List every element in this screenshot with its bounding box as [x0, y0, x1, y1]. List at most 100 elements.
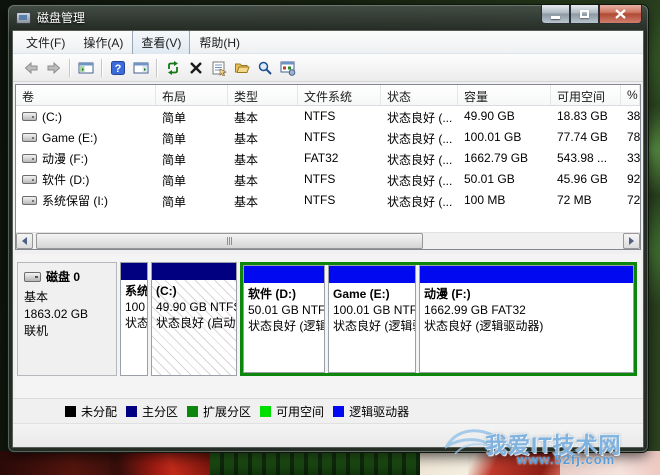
properties-icon[interactable] — [207, 57, 230, 79]
cell-volume: 动漫 (F:) — [42, 152, 88, 166]
open-folder-icon[interactable] — [230, 57, 253, 79]
legend-label: 未分配 — [81, 404, 118, 419]
minimize-button[interactable] — [541, 5, 570, 24]
partition-info: 50.01 GB NTFS — [248, 303, 324, 317]
partition-name: 系统保留 — [125, 284, 147, 298]
col-volume[interactable]: 卷 — [16, 85, 156, 105]
cell-status: 状态良好 (... — [387, 195, 453, 209]
cell-pct: 38 — [627, 109, 640, 123]
legend-logical-drive: 逻辑驱动器 — [333, 403, 409, 420]
cell-pct: 33 — [627, 151, 640, 165]
cell-fs: FAT32 — [304, 151, 339, 165]
col-free-space[interactable]: 可用空间 — [551, 85, 621, 105]
cell-volume: Game (E:) — [42, 130, 98, 145]
partition-d[interactable]: 软件 (D:) 50.01 GB NTFS 状态良好 (逻辑驱 — [243, 265, 325, 373]
cell-layout: 简单 — [162, 132, 187, 146]
action-pane-icon[interactable] — [129, 57, 152, 79]
wallpaper-dark-red — [0, 451, 120, 475]
primary-partition-bar — [121, 263, 147, 280]
partition-e[interactable]: Game (E:) 100.01 GB NTFS 状态良好 (逻辑驱: — [328, 265, 416, 373]
close-button[interactable] — [599, 5, 642, 24]
partition-name: 动漫 (F:) — [424, 287, 471, 301]
partition-c[interactable]: (C:) 49.90 GB NTFS 状态良好 (启动, — [151, 262, 237, 376]
scroll-right-icon[interactable] — [623, 233, 640, 249]
scroll-left-icon[interactable] — [16, 233, 33, 249]
back-icon[interactable] — [19, 57, 42, 79]
manage-window-icon[interactable] — [276, 57, 299, 79]
cell-volume: (C:) — [42, 109, 62, 124]
partition-name: (C:) — [156, 284, 177, 298]
minimize-icon — [551, 15, 560, 19]
cell-free: 77.74 GB — [557, 130, 608, 144]
cell-pct: 78 — [627, 130, 640, 144]
cell-type: 基本 — [234, 174, 259, 188]
disk-type: 基本 — [24, 290, 49, 304]
partition-status: 状态良好 — [125, 316, 147, 330]
help-icon[interactable]: ? — [106, 57, 129, 79]
drive-icon — [22, 175, 37, 184]
legend-swatch-primary — [126, 405, 138, 417]
partition-blocks: 系统保留 100 MB N 状态良好 (C:) 49.90 GB NTFS 状态… — [120, 262, 637, 376]
col-type[interactable]: 类型 — [228, 85, 298, 105]
cell-status: 状态良好 (... — [387, 174, 453, 188]
refresh-icon[interactable] — [161, 57, 184, 79]
col-status[interactable]: 状态 — [381, 85, 458, 105]
legend-bar: 未分配 主分区 扩展分区 可用空间 逻辑驱动器 — [13, 398, 643, 423]
legend-swatch-unallocated — [65, 405, 76, 417]
disk-0-row: 磁盘 0 基本 1863.02 GB 联机 系统保留 100 MB N 状态良好 — [17, 262, 637, 376]
scrollbar-thumb[interactable] — [36, 233, 423, 249]
cell-fs: NTFS — [304, 130, 336, 144]
partition-system-reserved[interactable]: 系统保留 100 MB N 状态良好 — [120, 262, 148, 376]
cell-capacity: 1662.79 GB — [464, 151, 529, 165]
cell-free: 45.96 GB — [557, 172, 608, 186]
table-row[interactable]: 系统保留 (I:) 简单 基本 NTFS 状态良好 (... 100 MB 72… — [16, 190, 640, 211]
cell-type: 基本 — [234, 195, 259, 209]
restore-button[interactable] — [570, 5, 599, 24]
disk-status: 联机 — [24, 324, 49, 338]
col-capacity[interactable]: 容量 — [458, 85, 551, 105]
legend-swatch-extended — [187, 405, 199, 417]
partition-f[interactable]: 动漫 (F:) 1662.99 GB FAT32 状态良好 (逻辑驱动器) — [419, 265, 634, 373]
delete-icon[interactable] — [184, 57, 207, 79]
volume-list: 卷 布局 类型 文件系统 状态 容量 可用空间 % (C:) 简单 基本 NTF… — [15, 84, 641, 250]
col-layout[interactable]: 布局 — [156, 85, 228, 105]
col-filesystem[interactable]: 文件系统 — [298, 85, 381, 105]
disk-graphical-view: 磁盘 0 基本 1863.02 GB 联机 系统保留 100 MB N 状态良好 — [15, 254, 641, 398]
menu-help[interactable]: 帮助(H) — [190, 31, 249, 55]
console-tree-icon[interactable] — [74, 57, 97, 79]
disk-0-label[interactable]: 磁盘 0 基本 1863.02 GB 联机 — [17, 262, 117, 376]
cell-type: 基本 — [234, 153, 259, 167]
find-icon[interactable] — [253, 57, 276, 79]
cell-layout: 简单 — [162, 195, 187, 209]
cell-status: 状态良好 (... — [387, 132, 453, 146]
wallpaper-red-streak — [110, 451, 220, 475]
partition-status: 状态良好 (逻辑驱 — [248, 319, 324, 333]
table-row[interactable]: (C:) 简单 基本 NTFS 状态良好 (... 49.90 GB 18.83… — [16, 106, 640, 127]
app-icon — [16, 11, 31, 24]
partition-info: 1662.99 GB FAT32 — [424, 303, 526, 317]
table-row[interactable]: 软件 (D:) 简单 基本 NTFS 状态良好 (... 50.01 GB 45… — [16, 169, 640, 190]
cell-volume: 系统保留 (I:) — [42, 194, 108, 208]
window-title: 磁盘管理 — [37, 11, 86, 25]
partition-name: Game (E:) — [333, 287, 390, 301]
drive-icon — [22, 112, 37, 121]
wallpaper-red-shape — [468, 451, 568, 475]
disk-size: 1863.02 GB — [24, 307, 89, 321]
col-percent[interactable]: % — [621, 85, 640, 105]
horizontal-scrollbar[interactable] — [16, 232, 640, 249]
cell-layout: 简单 — [162, 111, 187, 125]
table-row[interactable]: Game (E:) 简单 基本 NTFS 状态良好 (... 100.01 GB… — [16, 127, 640, 148]
menu-file[interactable]: 文件(F) — [17, 31, 74, 55]
menu-view[interactable]: 查看(V) — [132, 31, 191, 55]
cell-type: 基本 — [234, 111, 259, 125]
menu-action[interactable]: 操作(A) — [74, 31, 132, 55]
cell-capacity: 100.01 GB — [464, 130, 522, 144]
titlebar[interactable]: 磁盘管理 — [12, 5, 644, 30]
cell-fs: NTFS — [304, 109, 336, 123]
cell-layout: 简单 — [162, 153, 187, 167]
logical-drive-bar — [329, 266, 415, 283]
cell-free: 72 MB — [557, 193, 592, 207]
table-row[interactable]: 动漫 (F:) 简单 基本 FAT32 状态良好 (... 1662.79 GB… — [16, 148, 640, 169]
cell-capacity: 50.01 GB — [464, 172, 515, 186]
forward-icon[interactable] — [42, 57, 65, 79]
